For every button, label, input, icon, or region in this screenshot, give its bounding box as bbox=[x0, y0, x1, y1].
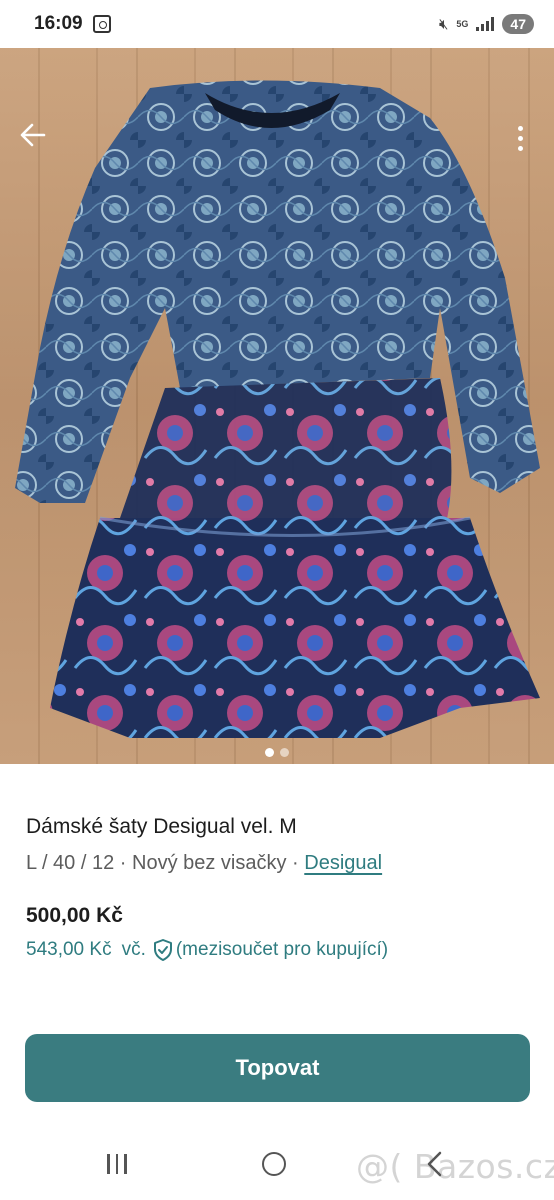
pager-dot[interactable] bbox=[280, 748, 289, 757]
watermark: @( Bazos.cz bbox=[356, 1147, 554, 1186]
listing-meta: L / 40 / 12 · Nový bez visačky · Desigua… bbox=[26, 848, 536, 878]
nav-back-icon[interactable] bbox=[424, 1150, 444, 1178]
more-options-button[interactable] bbox=[506, 118, 534, 158]
back-button[interactable] bbox=[18, 120, 52, 154]
brand-link[interactable]: Desigual bbox=[304, 852, 382, 874]
shield-check-icon bbox=[153, 939, 172, 961]
buyer-price: 543,00 Kč bbox=[26, 939, 112, 960]
buyer-price-note: (mezisoučet pro kupující) bbox=[175, 939, 389, 960]
mute-icon: 🔇︎ bbox=[438, 15, 449, 33]
signal-icon bbox=[476, 17, 495, 31]
buyer-price-row[interactable]: 543,00 Kč vč. (mezisoučet pro kupující) bbox=[26, 938, 388, 962]
promote-button[interactable]: Topovat bbox=[25, 1034, 530, 1102]
recent-apps-icon[interactable] bbox=[107, 1154, 127, 1174]
home-icon[interactable] bbox=[262, 1152, 286, 1176]
meta-separator: · bbox=[286, 852, 305, 874]
pager-dot-active[interactable] bbox=[265, 748, 274, 757]
listing-title: Dámské šaty Desigual vel. M bbox=[26, 815, 297, 838]
product-photo[interactable] bbox=[0, 48, 554, 764]
status-indicators: 🔇︎ 5G 47 bbox=[439, 14, 534, 34]
screenshot-icon bbox=[92, 15, 111, 33]
condition-text: Nový bez visačky bbox=[132, 852, 287, 874]
meta-separator: · bbox=[114, 852, 132, 874]
system-navigation-bar: @( Bazos.cz bbox=[0, 1130, 554, 1200]
gallery-pager bbox=[0, 748, 554, 757]
back-arrow-icon bbox=[20, 123, 46, 147]
listing-details: Dámské šaty Desigual vel. M L / 40 / 12 … bbox=[26, 812, 536, 878]
buyer-price-suffix: vč. bbox=[121, 939, 146, 960]
more-vert-icon bbox=[517, 125, 523, 151]
dress-illustration bbox=[15, 80, 540, 738]
status-bar: 16:09 🔇︎ 5G 47 bbox=[0, 0, 554, 48]
status-time: 16:09 bbox=[34, 13, 83, 34]
battery-badge: 47 bbox=[502, 14, 534, 34]
price: 500,00 Kč bbox=[26, 904, 123, 927]
network-label: 5G bbox=[456, 18, 469, 29]
size-info: L / 40 / 12 bbox=[26, 852, 115, 874]
